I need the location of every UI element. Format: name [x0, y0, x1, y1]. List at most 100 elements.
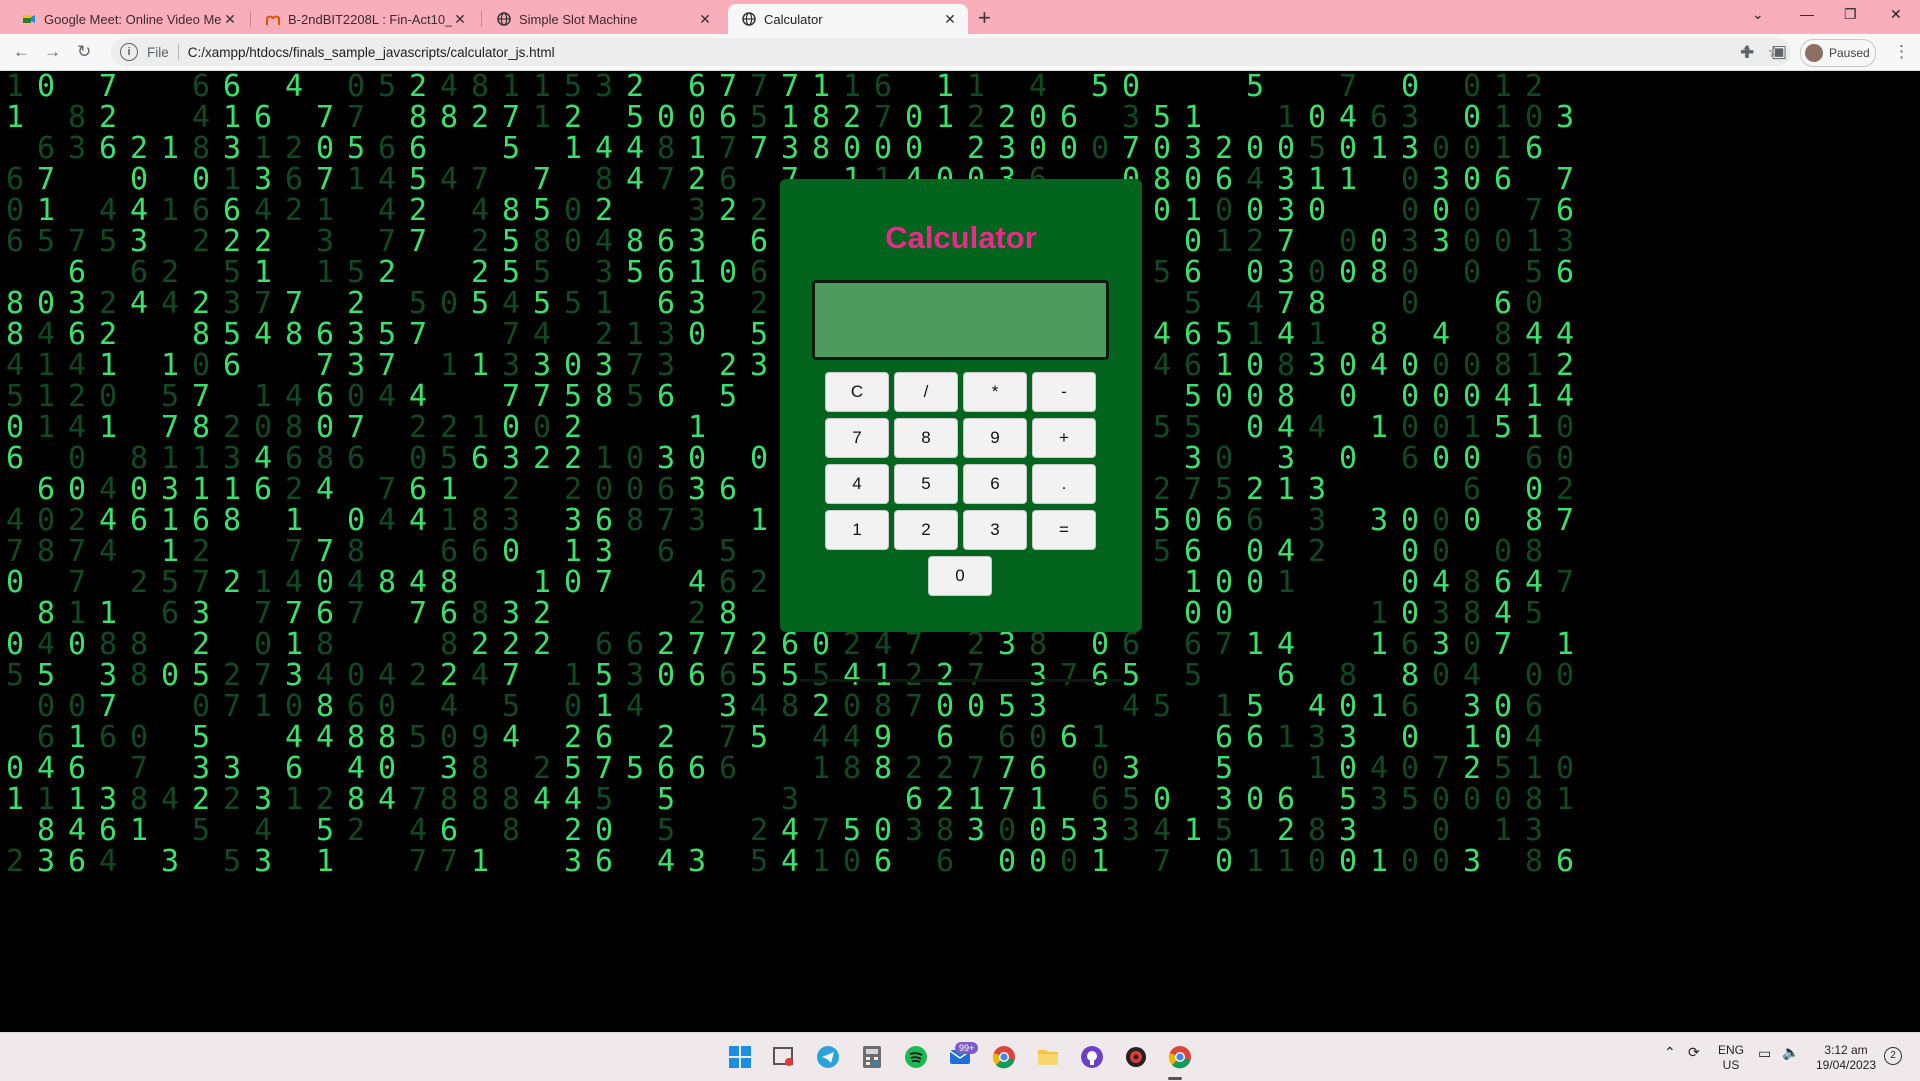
chrome-icon[interactable]	[990, 1043, 1018, 1071]
matrix-digit: 2	[719, 348, 738, 383]
matrix-digit: 4	[285, 379, 304, 414]
matrix-digit: 8	[37, 596, 56, 631]
matrix-digit: 1	[254, 565, 273, 600]
matrix-digit: 5	[719, 534, 738, 569]
minimize-icon[interactable]: —	[1800, 6, 1814, 22]
telegram-icon[interactable]	[814, 1043, 842, 1071]
google-meet-icon	[22, 12, 36, 26]
back-icon[interactable]: ←	[13, 42, 30, 62]
close-tab-icon[interactable]: ✕	[697, 11, 713, 28]
volume-icon[interactable]: 🔈	[1782, 1045, 1799, 1060]
spotify-icon[interactable]	[902, 1043, 930, 1071]
matrix-digit: 5	[533, 255, 552, 290]
matrix-digit: 1	[1184, 100, 1203, 135]
matrix-digit: 3	[1370, 782, 1389, 817]
reload-icon[interactable]: ↻	[77, 42, 91, 62]
matrix-digit: 1	[1308, 751, 1327, 786]
matrix-digit: 1	[1029, 782, 1048, 817]
matrix-digit: 3	[1029, 658, 1048, 693]
extensions-icon[interactable]: ✚	[1740, 43, 1754, 63]
divide-button[interactable]: /	[894, 372, 958, 412]
add-button[interactable]: +	[1032, 418, 1096, 458]
network-sync-icon[interactable]: ⟳	[1688, 1045, 1700, 1060]
language-indicator[interactable]: ENG US	[1718, 1043, 1744, 1073]
file-explorer-icon[interactable]	[1034, 1043, 1062, 1071]
matrix-digit: 1	[1370, 596, 1389, 631]
matrix-digit: 7	[285, 534, 304, 569]
chevron-up-icon[interactable]: ⌃	[1664, 1045, 1676, 1060]
matrix-digit: 2	[750, 193, 769, 228]
digit-1-button[interactable]: 1	[825, 510, 889, 550]
restore-icon[interactable]: ❐	[1844, 6, 1857, 23]
matrix-digit: 2	[750, 813, 769, 848]
more-menu-icon[interactable]: ⋮	[1893, 42, 1910, 62]
close-tab-icon[interactable]: ✕	[452, 11, 468, 28]
digit-0-button[interactable]: 0	[928, 556, 992, 596]
matrix-digit: 3	[347, 348, 366, 383]
tab-calculator[interactable]: Calculator ✕	[728, 4, 968, 34]
multiply-button[interactable]: *	[963, 372, 1027, 412]
matrix-digit: 2	[1246, 472, 1265, 507]
clock[interactable]: 3:12 am 19/04/2023	[1812, 1043, 1880, 1073]
close-window-icon[interactable]: ✕	[1890, 6, 1902, 23]
matrix-digit: 4	[378, 162, 397, 197]
digit-4-button[interactable]: 4	[825, 464, 889, 504]
subtract-button[interactable]: -	[1032, 372, 1096, 412]
matrix-digit: 5	[223, 317, 242, 352]
close-tab-icon[interactable]: ✕	[942, 11, 958, 28]
tab-moodle-assignment[interactable]: B-2ndBIT2208L : Fin-Act10_Assig ✕	[252, 4, 478, 34]
close-tab-icon[interactable]: ✕	[222, 11, 238, 28]
matrix-digit: 6	[471, 534, 490, 569]
tab-slot-machine[interactable]: Simple Slot Machine ✕	[483, 4, 723, 34]
matrix-digit: 3	[192, 596, 211, 631]
matrix-digit: 8	[130, 627, 149, 662]
digit-9-button[interactable]: 9	[963, 418, 1027, 458]
matrix-digit: 1	[1308, 317, 1327, 352]
digit-8-button[interactable]: 8	[894, 418, 958, 458]
digit-3-button[interactable]: 3	[963, 510, 1027, 550]
antivirus-icon[interactable]	[1122, 1043, 1150, 1071]
snipping-tool-icon[interactable]	[770, 1043, 798, 1071]
matrix-digit: 1	[285, 782, 304, 817]
digit-2-button[interactable]: 2	[894, 510, 958, 550]
matrix-digit: 6	[68, 751, 87, 786]
matrix-digit: 3	[223, 131, 242, 166]
matrix-digit: 6	[68, 317, 87, 352]
matrix-digit: 5	[192, 720, 211, 755]
profile-button[interactable]: Paused	[1800, 39, 1876, 67]
matrix-digit: 8	[719, 596, 738, 631]
matrix-digit: 0	[1494, 782, 1513, 817]
digit-6-button[interactable]: 6	[963, 464, 1027, 504]
forward-icon[interactable]: →	[44, 42, 61, 62]
decimal-button[interactable]: .	[1032, 464, 1096, 504]
equals-button[interactable]: =	[1032, 510, 1096, 550]
matrix-digit: 0	[1401, 720, 1420, 755]
clear-button[interactable]: C	[825, 372, 889, 412]
matrix-digit: 8	[130, 782, 149, 817]
matrix-digit: 0	[1246, 131, 1265, 166]
address-bar[interactable]: i File C:/xampp/htdocs/finals_sample_jav…	[111, 38, 1791, 66]
windows-start-icon[interactable]	[726, 1043, 754, 1071]
matrix-digit: 1	[564, 131, 583, 166]
matrix-digit: 5	[998, 689, 1017, 724]
matrix-digit: 3	[68, 131, 87, 166]
matrix-digit: 0	[254, 410, 273, 445]
moodle-icon	[266, 12, 280, 26]
matrix-digit: 5	[37, 658, 56, 693]
matrix-digit: 1	[223, 100, 242, 135]
calculator-app-icon[interactable]	[858, 1043, 886, 1071]
notification-badge[interactable]: 2	[1884, 1047, 1902, 1065]
github-desktop-icon[interactable]	[1078, 1043, 1106, 1071]
digit-5-button[interactable]: 5	[894, 464, 958, 504]
tab-google-meet[interactable]: Google Meet: Online Video Mee ✕	[8, 4, 248, 34]
network-icon[interactable]: ▭	[1758, 1046, 1771, 1061]
new-tab-icon[interactable]: +	[978, 5, 991, 31]
matrix-digit: 1	[1370, 844, 1389, 879]
info-icon[interactable]: i	[120, 43, 138, 61]
digit-7-button[interactable]: 7	[825, 418, 889, 458]
tab-search-icon[interactable]: ⌄	[1752, 6, 1764, 23]
chrome-active-icon[interactable]	[1166, 1043, 1194, 1071]
matrix-digit: 0	[1432, 193, 1451, 228]
side-panel-icon[interactable]: ▣	[1771, 42, 1787, 62]
matrix-digit: 8	[1339, 658, 1358, 693]
